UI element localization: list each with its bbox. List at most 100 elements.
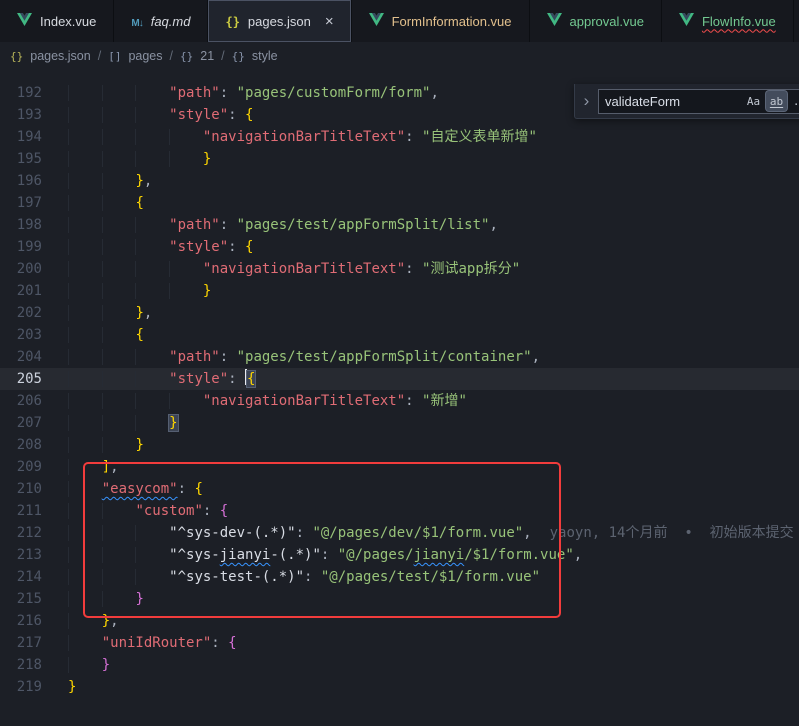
code-line-206[interactable]: 206 "navigationBarTitleText": "新增" — [0, 390, 799, 412]
code-line-199[interactable]: 199 "style": { — [0, 236, 799, 258]
code-token: : — [304, 569, 321, 585]
editor[interactable]: 192 "path": "pages/customForm/form",193 … — [0, 70, 799, 726]
code-line-209[interactable]: 209 ], — [0, 456, 799, 478]
tab-FlowInfo.vue[interactable]: FlowInfo.vue — [662, 0, 794, 42]
code-token: : — [228, 107, 245, 123]
code-token: "style" — [169, 371, 228, 387]
line-number[interactable]: 201 — [0, 280, 42, 302]
indent-guide — [135, 371, 169, 387]
line-number[interactable]: 206 — [0, 390, 42, 412]
line-number[interactable]: 202 — [0, 302, 42, 324]
code-text: "style": { — [68, 368, 255, 390]
line-number[interactable]: 197 — [0, 192, 42, 214]
line-number[interactable]: 213 — [0, 544, 42, 566]
line-number[interactable]: 214 — [0, 566, 42, 588]
code-token: { — [194, 481, 202, 497]
tab-close-button[interactable]: × — [325, 14, 334, 29]
code-line-217[interactable]: 217 "uniIdRouter": { — [0, 632, 799, 654]
code-line-205[interactable]: 205 "style": { — [0, 368, 799, 390]
code-token: jianyi — [220, 547, 271, 563]
line-number[interactable]: 200 — [0, 258, 42, 280]
code-token: : — [405, 129, 422, 145]
line-number[interactable]: 209 — [0, 456, 42, 478]
line-number[interactable]: 211 — [0, 500, 42, 522]
line-number[interactable]: 195 — [0, 148, 42, 170]
array-icon: [] — [108, 50, 121, 63]
indent-guide — [68, 261, 102, 277]
indent-guide — [102, 107, 136, 123]
line-number[interactable]: 192 — [0, 82, 42, 104]
line-number[interactable]: 216 — [0, 610, 42, 632]
breadcrumb-item-pages.json[interactable]: pages.json — [30, 49, 90, 63]
code-line-201[interactable]: 201 } — [0, 280, 799, 302]
tab-Index.vue[interactable]: Index.vue — [0, 0, 114, 42]
tab-approval.vue[interactable]: approval.vue — [530, 0, 662, 42]
code-line-196[interactable]: 196 }, — [0, 170, 799, 192]
code-line-202[interactable]: 202 }, — [0, 302, 799, 324]
code-token: "自定义表单新增" — [422, 129, 537, 145]
code-text: "style": { — [68, 236, 253, 258]
tab-pages.json[interactable]: {}pages.json× — [208, 0, 351, 42]
whole-word-toggle[interactable]: ab — [766, 91, 787, 111]
code-line-204[interactable]: 204 "path": "pages/test/appFormSplit/con… — [0, 346, 799, 368]
line-number[interactable]: 205 — [0, 368, 42, 390]
breadcrumb: {}pages.json/[]pages/{}21/{}style — [0, 42, 799, 70]
code-line-203[interactable]: 203 { — [0, 324, 799, 346]
line-number[interactable]: 196 — [0, 170, 42, 192]
code-token: "^sys-dev-(.*)" — [169, 525, 295, 541]
match-case-toggle[interactable]: Aa — [743, 91, 764, 111]
find-expand-chevron[interactable]: › — [580, 91, 593, 111]
tab-label: FlowInfo.vue — [702, 14, 776, 29]
indent-guide — [68, 635, 102, 651]
code-line-216[interactable]: 216 }, — [0, 610, 799, 632]
code-text: "^sys-jianyi-(.*)": "@/pages/jianyi/$1/f… — [68, 544, 582, 566]
code-line-210[interactable]: 210 "easycom": { — [0, 478, 799, 500]
breadcrumb-item-21[interactable]: 21 — [200, 49, 214, 63]
code-line-207[interactable]: 207 } — [0, 412, 799, 434]
line-number[interactable]: 198 — [0, 214, 42, 236]
line-number[interactable]: 208 — [0, 434, 42, 456]
code-line-212[interactable]: 212 "^sys-dev-(.*)": "@/pages/dev/$1/for… — [0, 522, 799, 544]
line-number[interactable]: 199 — [0, 236, 42, 258]
line-number[interactable]: 194 — [0, 126, 42, 148]
find-input-value[interactable]: validateForm — [605, 94, 743, 109]
code-line-195[interactable]: 195 } — [0, 148, 799, 170]
code-token: "easycom" — [102, 481, 178, 497]
code-line-200[interactable]: 200 "navigationBarTitleText": "测试app拆分" — [0, 258, 799, 280]
line-number[interactable]: 212 — [0, 522, 42, 544]
breadcrumb-item-pages[interactable]: pages — [128, 49, 162, 63]
line-number[interactable]: 210 — [0, 478, 42, 500]
code-token: , — [144, 305, 152, 321]
find-input[interactable]: validateForm Aaab.* — [598, 89, 799, 114]
code-line-211[interactable]: 211 "custom": { — [0, 500, 799, 522]
line-number[interactable]: 203 — [0, 324, 42, 346]
code-line-198[interactable]: 198 "path": "pages/test/appFormSplit/lis… — [0, 214, 799, 236]
tab-bar: Index.vueM↓faq.md{}pages.json×FormInform… — [0, 0, 799, 42]
line-number[interactable]: 193 — [0, 104, 42, 126]
line-number[interactable]: 217 — [0, 632, 42, 654]
code-line-219[interactable]: 219} — [0, 676, 799, 698]
code-line-197[interactable]: 197 { — [0, 192, 799, 214]
tab-FormInformation.vue[interactable]: FormInformation.vue — [352, 0, 530, 42]
code-text: } — [68, 412, 178, 434]
line-number[interactable]: 204 — [0, 346, 42, 368]
line-number[interactable]: 215 — [0, 588, 42, 610]
code-line-208[interactable]: 208 } — [0, 434, 799, 456]
code-token: "navigationBarTitleText" — [203, 261, 405, 277]
code-line-214[interactable]: 214 "^sys-test-(.*)": "@/pages/test/$1/f… — [0, 566, 799, 588]
indent-guide — [68, 327, 102, 343]
breadcrumb-item-style[interactable]: style — [252, 49, 278, 63]
code-line-215[interactable]: 215 } — [0, 588, 799, 610]
code-line-213[interactable]: 213 "^sys-jianyi-(.*)": "@/pages/jianyi/… — [0, 544, 799, 566]
code-line-218[interactable]: 218 } — [0, 654, 799, 676]
code-text: } — [68, 676, 76, 698]
line-number[interactable]: 219 — [0, 676, 42, 698]
code-line-194[interactable]: 194 "navigationBarTitleText": "自定义表单新增" — [0, 126, 799, 148]
code-text: { — [68, 324, 144, 346]
line-number[interactable]: 207 — [0, 412, 42, 434]
line-number[interactable]: 218 — [0, 654, 42, 676]
markdown-icon: M↓ — [131, 14, 142, 29]
tab-faq.md[interactable]: M↓faq.md — [114, 0, 208, 42]
code-token: : — [220, 85, 237, 101]
regex-toggle[interactable]: .* — [789, 91, 799, 111]
